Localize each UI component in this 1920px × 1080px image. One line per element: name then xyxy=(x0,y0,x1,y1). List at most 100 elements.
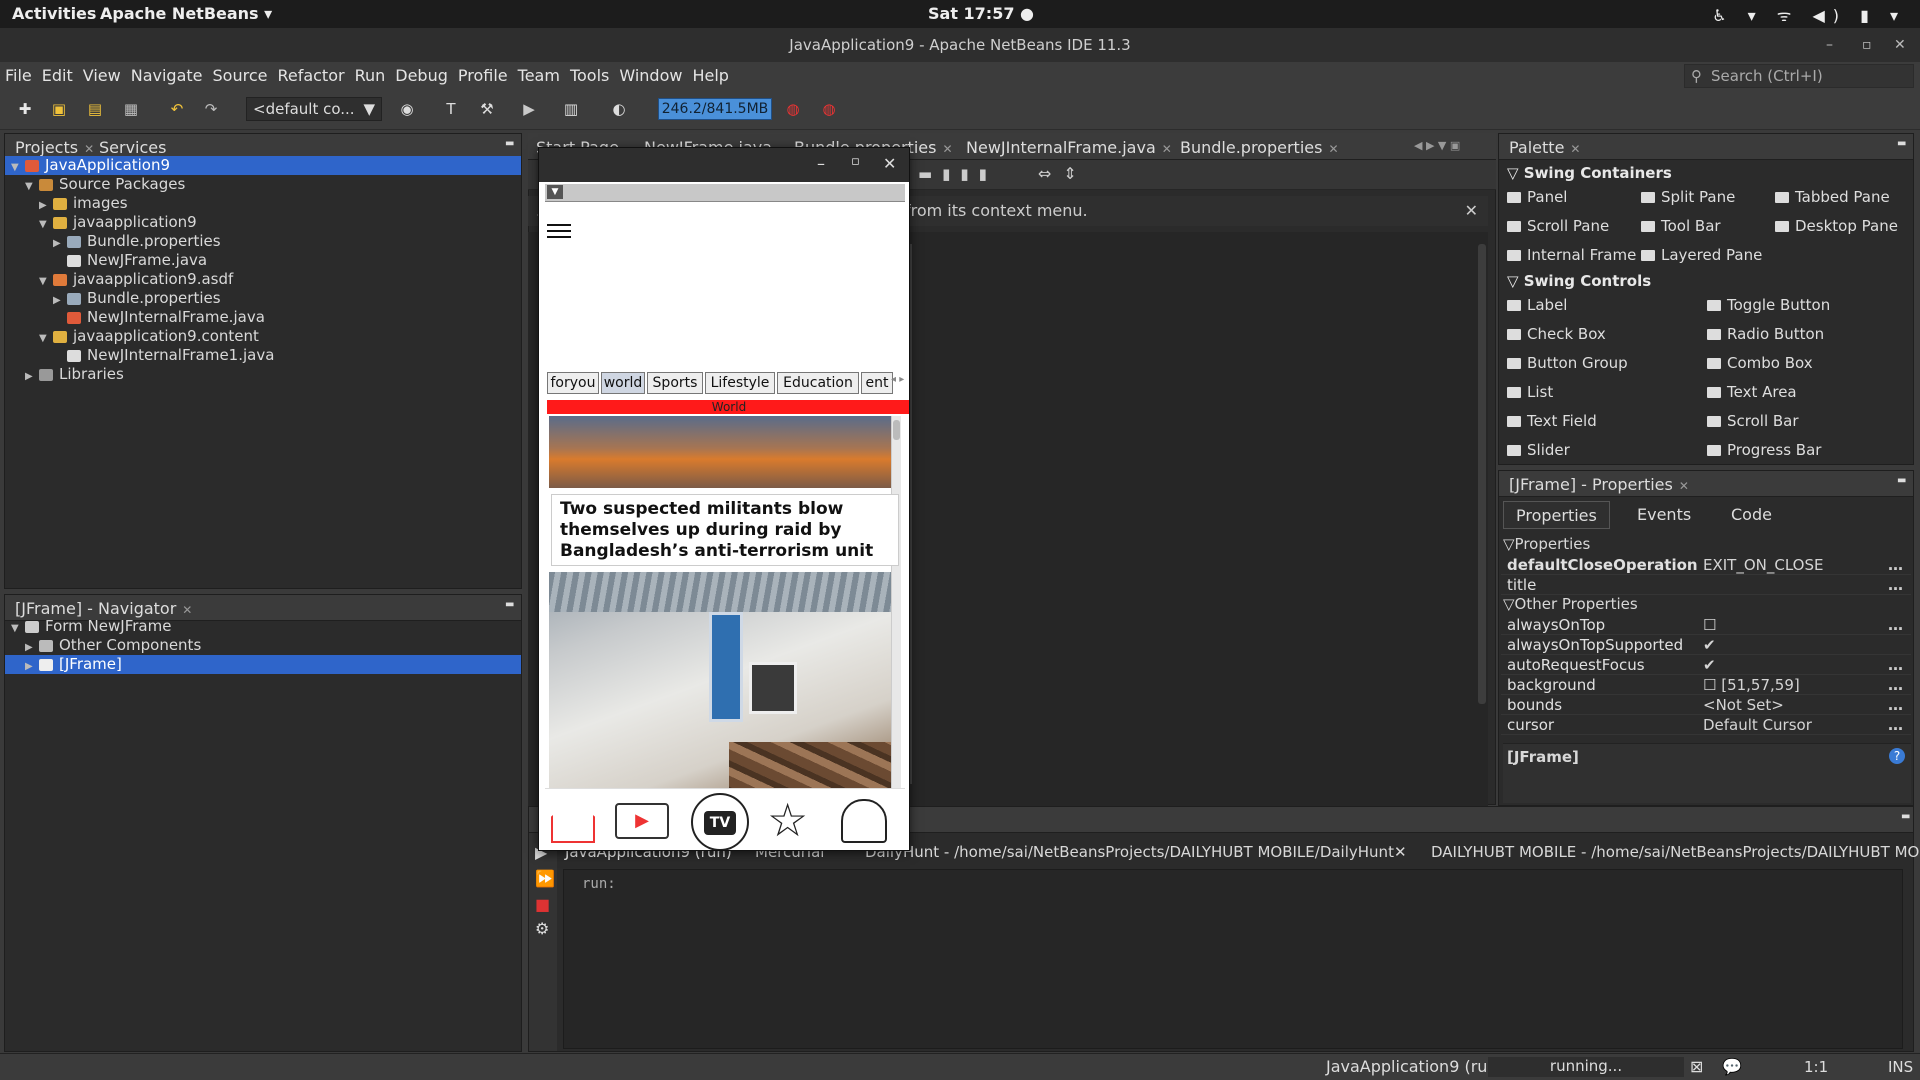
profile-icon[interactable]: ◐ xyxy=(608,98,630,120)
profiler-icon[interactable]: ◍ xyxy=(818,98,840,120)
tab-dailyhubt-mobile[interactable]: DAILYHUBT MOBILE - /home/sai/NetBeansPro… xyxy=(1431,843,1920,861)
scrollbar[interactable] xyxy=(1478,244,1486,704)
star-icon[interactable]: ☆ xyxy=(767,797,808,843)
tree-item-source-packages[interactable]: ▼ Source Packages xyxy=(25,175,185,194)
open-project-icon[interactable]: ▤ xyxy=(84,98,106,120)
tree-item-file[interactable]: NewJInternalFrame1.java xyxy=(67,346,274,365)
menu-window[interactable]: Window xyxy=(614,62,687,85)
running-app-window[interactable]: – ▫ ✕ ▼ foryou world Sports Lifestyle Ed… xyxy=(538,147,910,851)
ellipsis-button[interactable]: … xyxy=(1888,655,1903,675)
menu-navigate[interactable]: Navigate xyxy=(126,62,208,85)
status-process[interactable]: JavaApplication9 (run) xyxy=(1326,1057,1504,1076)
section-swing-controls[interactable]: ▽ Swing Controls xyxy=(1507,272,1651,290)
align-icon[interactable]: ▬▮▮▮ xyxy=(918,165,997,183)
property-row[interactable]: autoRequestFocus ✔… xyxy=(1501,655,1911,675)
build-hammer-icon[interactable]: T xyxy=(440,98,462,120)
close-icon[interactable]: ✕ xyxy=(1328,142,1338,156)
frame-menu-icon[interactable]: ▼ xyxy=(547,185,563,199)
tab-education[interactable]: Education xyxy=(777,372,859,394)
minimize-pane-icon[interactable]: ▬ xyxy=(499,597,520,612)
palette-item-scroll-bar[interactable]: Scroll Bar xyxy=(1707,412,1799,430)
palette-item-layered-pane[interactable]: Layered Pane xyxy=(1641,246,1762,264)
close-icon[interactable]: ✕ xyxy=(182,603,192,617)
tab-newjinternalframe[interactable]: NewJInternalFrame.java ✕ xyxy=(960,136,1178,159)
ellipsis-button[interactable]: … xyxy=(1888,555,1903,575)
tab-lifestyle[interactable]: Lifestyle xyxy=(705,372,775,394)
app-minimize-icon[interactable]: – xyxy=(817,154,825,173)
search-input[interactable]: ⚲ Search (Ctrl+I) xyxy=(1684,64,1914,88)
minimize-icon[interactable]: – xyxy=(1826,28,1833,62)
resize-icon[interactable]: ⇔⇕ xyxy=(1038,164,1089,183)
property-row[interactable]: alwaysOnTopSupported ✔ xyxy=(1501,635,1911,655)
vertical-scrollbar[interactable] xyxy=(891,416,901,850)
ellipsis-button[interactable]: … xyxy=(1888,715,1903,735)
palette-item-combo-box[interactable]: Combo Box xyxy=(1707,354,1813,372)
tree-item-file[interactable]: NewJInternalFrame.java xyxy=(67,308,265,327)
close-icon[interactable]: ✕ xyxy=(1679,479,1689,493)
palette-item-slider[interactable]: Slider xyxy=(1507,441,1570,459)
app-maximize-icon[interactable]: ▫ xyxy=(851,154,860,169)
tab-palette[interactable]: Palette ✕ xyxy=(1503,136,1586,159)
nav-item-other[interactable]: ▶ Other Components xyxy=(25,636,201,655)
palette-item-internal-frame[interactable]: Internal Frame xyxy=(1507,246,1636,264)
tab-events[interactable]: Events xyxy=(1625,501,1703,529)
tree-item-file[interactable]: ▶ Bundle.properties xyxy=(53,232,221,251)
ellipsis-button[interactable]: … xyxy=(1888,675,1903,695)
video-icon[interactable]: ▶ xyxy=(615,803,669,839)
globe-icon[interactable]: ◉ xyxy=(396,98,418,120)
palette-item-progress-bar[interactable]: Progress Bar xyxy=(1707,441,1821,459)
tree-item-package[interactable]: ▼ javaapplication9.asdf xyxy=(39,270,233,289)
tv-button[interactable]: TV xyxy=(691,793,749,850)
menu-help[interactable]: Help xyxy=(687,62,733,85)
other-properties-section[interactable]: ▽Other Properties xyxy=(1503,595,1638,613)
nav-item-jframe[interactable]: ▶ [JFrame] xyxy=(5,655,521,674)
palette-item-toggle-button[interactable]: Toggle Button xyxy=(1707,296,1830,314)
property-row[interactable]: alwaysOnTop ☐… xyxy=(1501,615,1911,635)
tab-properties[interactable]: Properties xyxy=(1503,501,1610,529)
palette-item-list[interactable]: List xyxy=(1507,383,1553,401)
clean-build-icon[interactable]: ⚒ xyxy=(476,98,498,120)
ellipsis-button[interactable]: … xyxy=(1888,575,1903,595)
rerun-with-options-icon[interactable]: ⏩ xyxy=(535,869,555,888)
cancel-process-icon[interactable]: ⊠ xyxy=(1690,1057,1703,1076)
property-row[interactable]: bounds <Not Set>… xyxy=(1501,695,1911,715)
menu-tools[interactable]: Tools xyxy=(565,62,614,85)
home-icon[interactable] xyxy=(551,799,595,843)
output-console[interactable]: run: xyxy=(563,869,1903,1049)
menu-source[interactable]: Source xyxy=(208,62,273,85)
help-icon[interactable]: ? xyxy=(1889,748,1905,764)
minimize-pane-icon[interactable]: ▬ xyxy=(1895,809,1916,824)
property-row[interactable]: title… xyxy=(1501,575,1911,595)
minimize-pane-icon[interactable]: ▬ xyxy=(499,136,520,151)
tree-item-package[interactable]: ▼ javaapplication9.content xyxy=(39,327,259,346)
palette-item-desktop-pane[interactable]: Desktop Pane xyxy=(1775,217,1898,235)
menu-refactor[interactable]: Refactor xyxy=(272,62,349,85)
news-image-sunset[interactable] xyxy=(549,416,899,488)
tree-item-file[interactable]: NewJFrame.java xyxy=(67,251,207,270)
close-icon[interactable]: ✕ xyxy=(1162,142,1172,156)
tree-item-project[interactable]: ▼ JavaApplication9 xyxy=(5,156,521,175)
property-row[interactable]: background ☐ [51,57,59]… xyxy=(1501,675,1911,695)
palette-item-tool-bar[interactable]: Tool Bar xyxy=(1641,217,1721,235)
tree-item-libraries[interactable]: ▶ Libraries xyxy=(25,365,124,384)
section-swing-containers[interactable]: ▽ Swing Containers xyxy=(1507,164,1672,182)
property-value[interactable]: EXIT_ON_CLOSE xyxy=(1703,555,1823,575)
tab-properties-window[interactable]: [JFrame] - Properties ✕ xyxy=(1503,473,1695,496)
news-headline[interactable]: Two suspected militants blow themselves … xyxy=(551,494,899,566)
palette-item-text-field[interactable]: Text Field xyxy=(1507,412,1597,430)
new-file-icon[interactable]: ✚ xyxy=(14,98,36,120)
palette-item-button-group[interactable]: Button Group xyxy=(1507,354,1628,372)
app-menu[interactable]: Apache NetBeans ▾ xyxy=(100,4,272,23)
tab-dailyhunt[interactable]: DailyHunt - /home/sai/NetBeansProjects/D… xyxy=(865,843,1407,861)
palette-item-label[interactable]: Label xyxy=(1507,296,1567,314)
property-value[interactable]: ☐ [51,57,59] xyxy=(1703,675,1800,695)
menu-file[interactable]: File xyxy=(0,62,37,85)
close-icon[interactable]: ✕ xyxy=(1570,142,1580,156)
gc-icon[interactable]: ◍ xyxy=(782,98,804,120)
hamburger-menu-icon[interactable] xyxy=(547,220,571,242)
redo-icon[interactable]: ↷ xyxy=(200,98,222,120)
menu-edit[interactable]: Edit xyxy=(37,62,78,85)
tree-item-images[interactable]: ▶ images xyxy=(39,194,128,213)
properties-section[interactable]: ▽Properties xyxy=(1503,535,1590,553)
palette-item-text-area[interactable]: Text Area xyxy=(1707,383,1797,401)
